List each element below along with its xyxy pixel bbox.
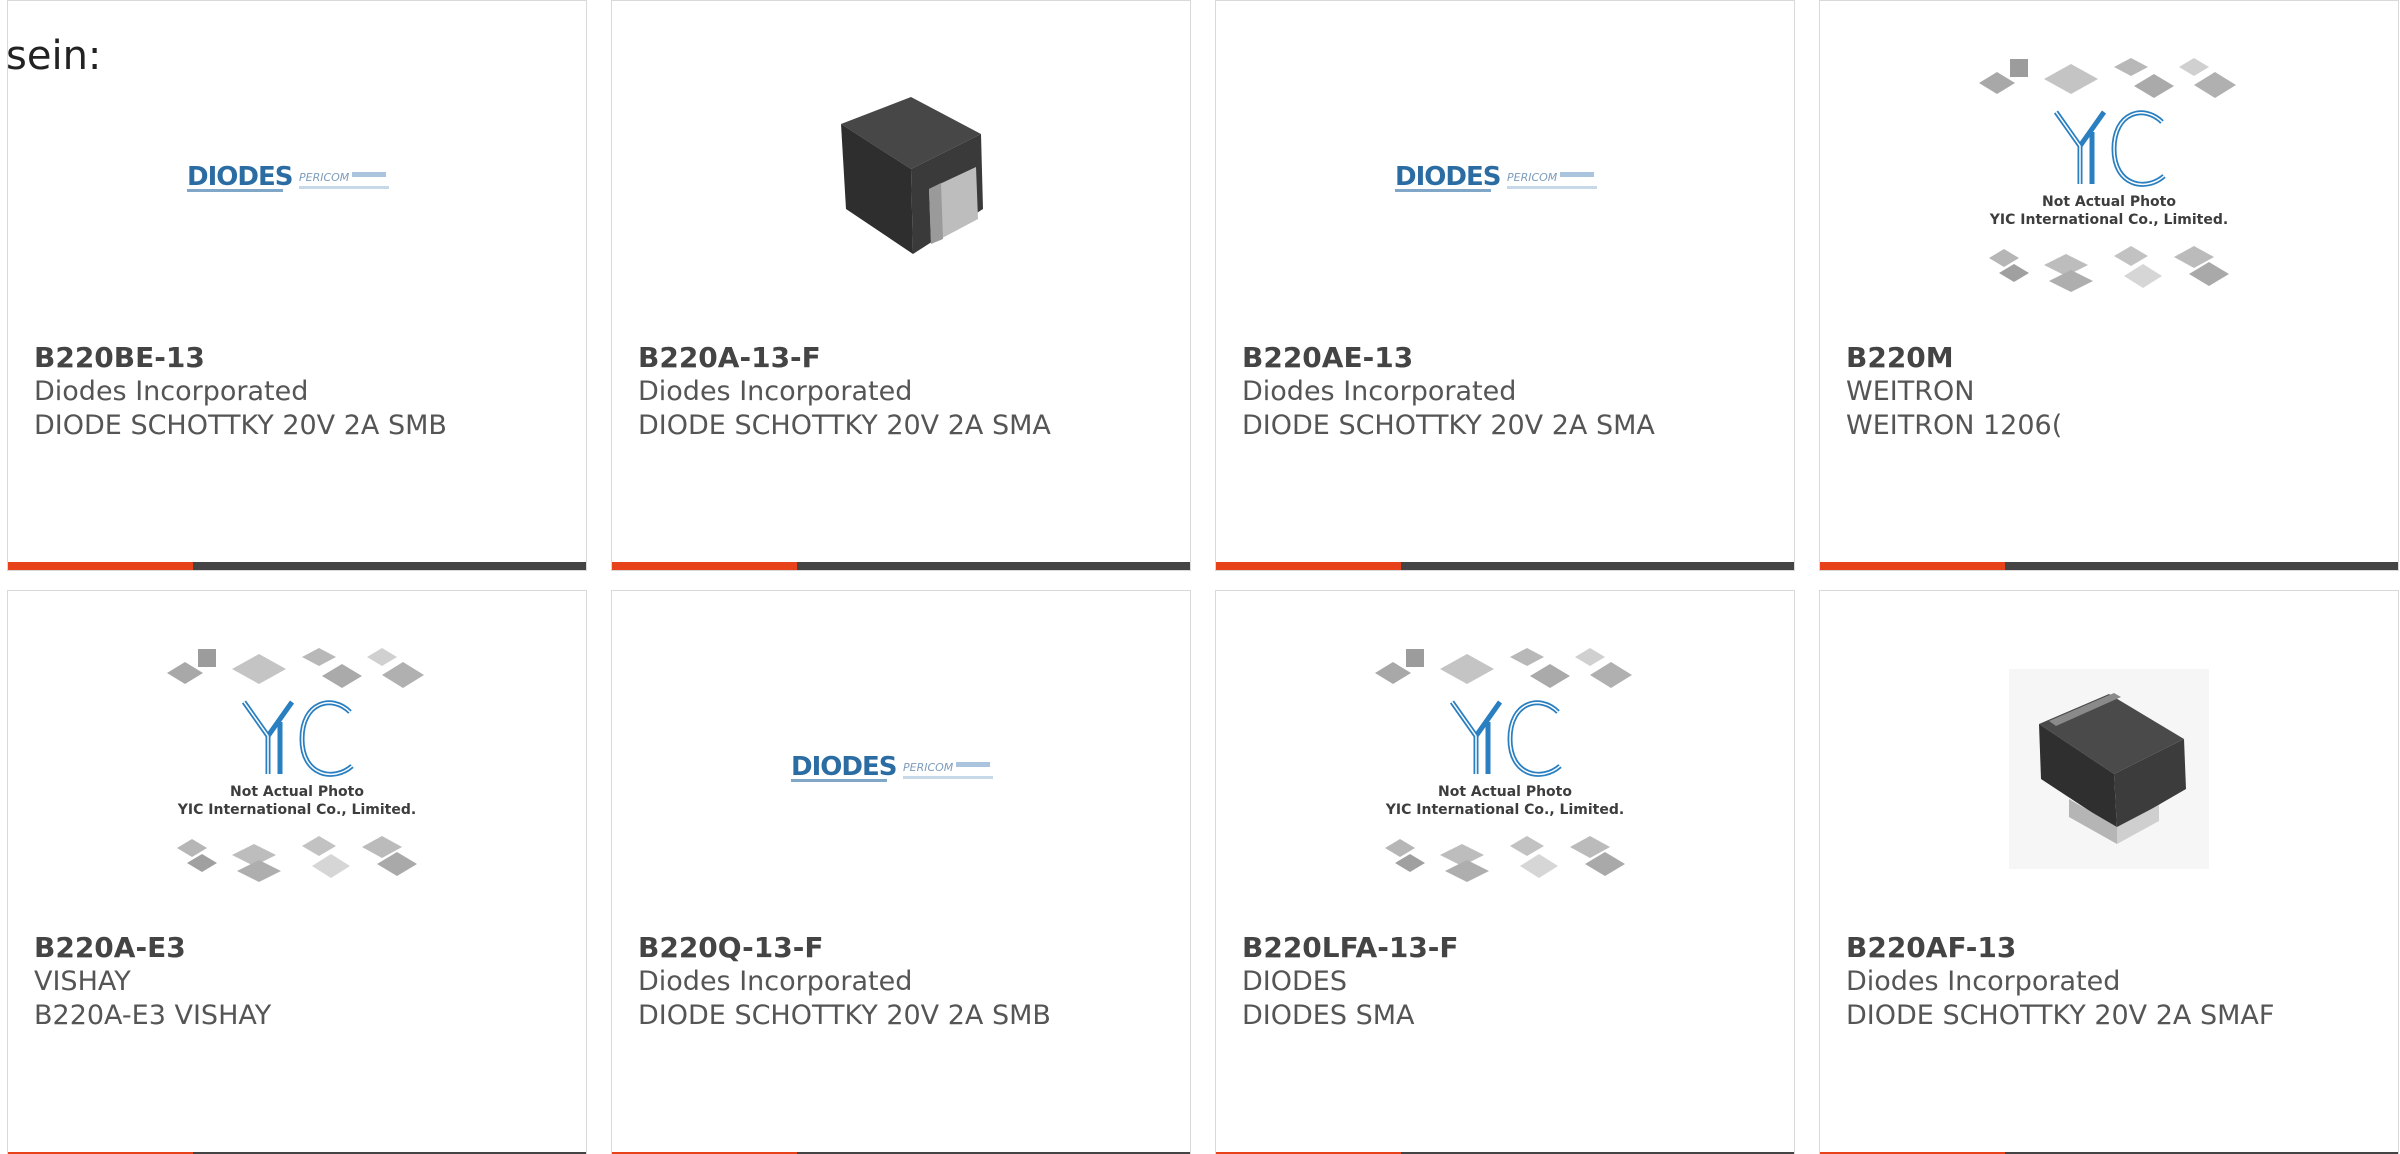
diodes-logo-image: DIODES PERICOM	[1395, 162, 1597, 192]
card-bar-accent	[1820, 562, 2005, 570]
product-description: B220A-E3 VISHAY	[34, 1000, 272, 1031]
manufacturer-name: Diodes Incorporated	[1242, 376, 1517, 407]
product-info: B220M WEITRON WEITRON 1206(	[1846, 341, 2378, 443]
diodes-logo-text: DIODES	[791, 752, 896, 782]
product-card[interactable]: Not Actual Photo YIC International Co., …	[1215, 590, 1795, 1154]
manufacturer-name: Diodes Incorporated	[1846, 966, 2121, 997]
product-card[interactable]: Not Actual Photo YIC International Co., …	[1819, 0, 2399, 571]
manufacturer-name: Diodes Incorporated	[34, 376, 309, 407]
product-info: B220BE-13 Diodes Incorporated DIODE SCHOTT…	[34, 341, 566, 443]
pericom-logo-text: PERICOM	[1507, 171, 1558, 184]
yic-note-line1: Not Actual Photo	[230, 784, 364, 800]
product-description: DIODE SCHOTTKY 20V 2A SMA	[1242, 410, 1655, 441]
manufacturer-name: Diodes Incorporated	[638, 376, 913, 407]
product-info: B220LFA-13-F DIODES DIODES SMA	[1242, 931, 1774, 1033]
pericom-logo-text: PERICOM	[299, 171, 350, 184]
diodes-logo-text: DIODES	[1395, 162, 1500, 192]
product-info: B220AE-13 Diodes Incorporated DIODE SCHOTT…	[1242, 341, 1774, 443]
section-heading: sein:	[6, 33, 102, 79]
yic-note-line1: Not Actual Photo	[1438, 784, 1572, 800]
yic-note-line2: YIC International Co., Limited.	[1385, 802, 1624, 818]
product-card[interactable]: B220A-13-F Diodes Incorporated DIODE SCHOT…	[611, 0, 1191, 571]
product-description: DIODES SMA	[1242, 1000, 1415, 1031]
product-image[interactable]: Not Actual Photo YIC International Co., …	[1820, 29, 2398, 329]
part-number-link[interactable]: B220BE-13	[34, 341, 566, 375]
product-info: B220Q-13-F Diodes Incorporated DIODE SCHOT…	[638, 931, 1170, 1033]
card-bottom-bar	[1216, 562, 1794, 570]
yic-placeholder-image: Not Actual Photo YIC International Co., …	[1375, 648, 1632, 882]
manufacturer-name: WEITRON	[1846, 376, 1975, 407]
part-number-link[interactable]: B220LFA-13-F	[1242, 931, 1774, 965]
yic-placeholder-image: Not Actual Photo YIC International Co., …	[167, 648, 424, 882]
product-grid: DIODES PERICOM B220BE-13 Diodes Incorpora…	[7, 0, 2399, 1154]
card-bottom-bar	[8, 562, 586, 570]
diodes-logo-image: DIODES PERICOM	[791, 752, 993, 782]
part-number-link[interactable]: B220A-E3	[34, 931, 566, 965]
product-image[interactable]: Not Actual Photo YIC International Co., …	[8, 619, 586, 919]
part-number-link[interactable]: B220M	[1846, 341, 2378, 375]
sma-package-image	[801, 79, 1001, 279]
part-number-link[interactable]: B220Q-13-F	[638, 931, 1170, 965]
card-bar-accent	[8, 562, 193, 570]
smaf-package-image	[2009, 669, 2209, 869]
product-image[interactable]	[612, 29, 1190, 329]
product-image[interactable]	[1820, 619, 2398, 919]
yic-note-line2: YIC International Co., Limited.	[1989, 212, 2228, 228]
product-info: B220A-E3 VISHAY B220A-E3 VISHAY	[34, 931, 566, 1033]
card-bar-accent	[1216, 562, 1401, 570]
card-bottom-bar	[612, 562, 1190, 570]
card-bottom-bar	[1820, 562, 2398, 570]
product-image[interactable]: Not Actual Photo YIC International Co., …	[1216, 619, 1794, 919]
product-results-page: sein: DIODES PERICOM B220BE-13 Diodes Inc…	[0, 0, 2400, 1154]
product-info: B220AF-13 Diodes Incorporated DIODE SCHOTT…	[1846, 931, 2378, 1033]
product-card[interactable]: DIODES PERICOM B220BE-13 Diodes Incorpora…	[7, 0, 587, 571]
product-description: DIODE SCHOTTKY 20V 2A SMB	[638, 1000, 1051, 1031]
manufacturer-name: DIODES	[1242, 966, 1347, 997]
product-card[interactable]: DIODES PERICOM B220AE-13 Diodes Incorpora…	[1215, 0, 1795, 571]
yic-note-line2: YIC International Co., Limited.	[177, 802, 416, 818]
product-image[interactable]: DIODES PERICOM	[1216, 29, 1794, 329]
manufacturer-name: Diodes Incorporated	[638, 966, 913, 997]
diodes-logo-text: DIODES	[187, 162, 292, 192]
product-card[interactable]: B220AF-13 Diodes Incorporated DIODE SCHOTT…	[1819, 590, 2399, 1154]
manufacturer-name: VISHAY	[34, 966, 131, 997]
part-number-link[interactable]: B220AE-13	[1242, 341, 1774, 375]
product-description: DIODE SCHOTTKY 20V 2A SMA	[638, 410, 1051, 441]
part-number-link[interactable]: B220AF-13	[1846, 931, 2378, 965]
diodes-logo-image: DIODES PERICOM	[187, 162, 389, 192]
yic-note-line1: Not Actual Photo	[2042, 194, 2176, 210]
yic-placeholder-image: Not Actual Photo YIC International Co., …	[1979, 58, 2236, 292]
product-card[interactable]: Not Actual Photo YIC International Co., …	[7, 590, 587, 1154]
product-image[interactable]: DIODES PERICOM	[612, 619, 1190, 919]
pericom-logo-text: PERICOM	[903, 761, 954, 774]
product-description: DIODE SCHOTTKY 20V 2A SMAF	[1846, 1000, 2275, 1031]
product-description: DIODE SCHOTTKY 20V 2A SMB	[34, 410, 447, 441]
product-info: B220A-13-F Diodes Incorporated DIODE SCHOT…	[638, 341, 1170, 443]
product-card[interactable]: DIODES PERICOM B220Q-13-F Diodes Incorpor…	[611, 590, 1191, 1154]
product-description: WEITRON 1206(	[1846, 410, 2063, 441]
part-number-link[interactable]: B220A-13-F	[638, 341, 1170, 375]
card-bar-accent	[612, 562, 797, 570]
